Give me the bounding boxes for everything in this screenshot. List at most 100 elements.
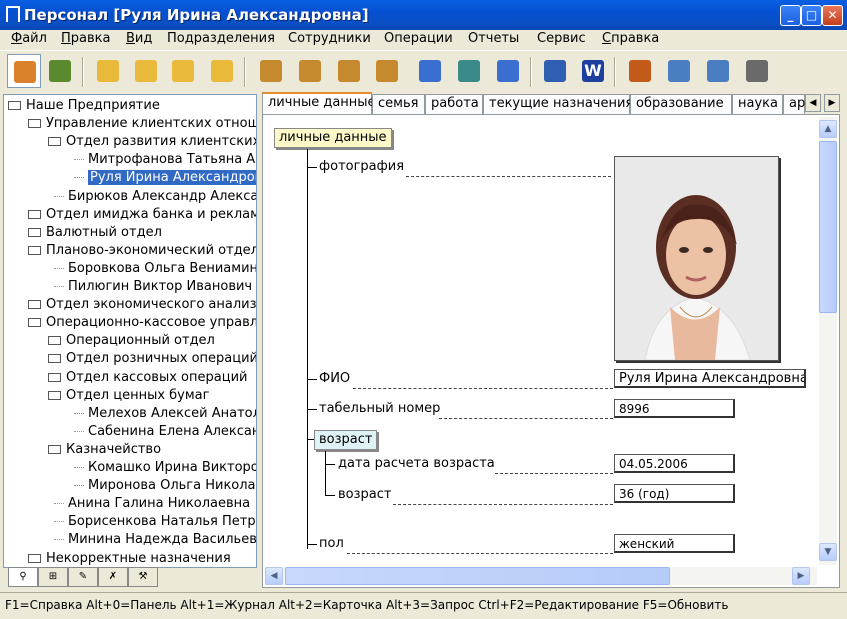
scroll-up-button[interactable]: ▲ [819, 120, 837, 138]
tree-node-folder[interactable]: Управление клиентских отноше [28, 115, 256, 132]
tree-tab-dismissed[interactable]: ✗ [98, 567, 128, 587]
tab-4[interactable]: текущие назначения [483, 94, 633, 114]
menu-3[interactable]: Вид [126, 31, 152, 46]
tree-node-folder[interactable]: Отдел развития клиентских [48, 133, 256, 150]
home-button[interactable] [7, 54, 41, 88]
tree-node-label: Отдел розничных операций [66, 351, 257, 367]
user-delete-button[interactable] [370, 54, 404, 88]
fio-field[interactable]: Руля Ирина Александровна [614, 369, 806, 388]
tree-tab-tools[interactable]: ⚒ [128, 567, 158, 587]
tree-line [74, 467, 84, 468]
menu-4[interactable]: Подразделения [167, 31, 275, 46]
user-card-button[interactable] [491, 54, 525, 88]
age-field[interactable]: 36 (год) [614, 484, 735, 503]
users-button[interactable] [43, 54, 77, 88]
tab-scroll-right[interactable]: ▶ [824, 94, 840, 112]
scroll-down-button[interactable]: ▼ [819, 543, 837, 561]
user-move-button[interactable] [293, 54, 327, 88]
tree-node-employee[interactable]: Бирюков Александр Алексан [54, 188, 256, 205]
age-calc-date-field[interactable]: 04.05.2006 [614, 454, 735, 473]
menu-9[interactable]: Справка [602, 31, 659, 46]
connector [307, 544, 317, 545]
folder-add-button[interactable] [91, 54, 125, 88]
tab-5[interactable]: образование [630, 94, 732, 114]
tree-node-folder[interactable]: Операционно-кассовое управл [28, 314, 256, 331]
folder-delete-button[interactable] [166, 54, 200, 88]
title-bar[interactable]: Персонал [Руля Ирина Александровна] _ □ … [0, 0, 847, 30]
user-transfer-icon [458, 60, 480, 82]
calendar-button[interactable] [701, 54, 735, 88]
tree-node-folder[interactable]: Отдел кассовых операций [48, 369, 247, 386]
tree-node-employee[interactable]: Пилюгин Виктор Иванович [54, 278, 252, 295]
close-button[interactable]: ✕ [822, 5, 843, 26]
tree-node-label: Казначейство [66, 441, 162, 457]
folder-back-button[interactable] [129, 54, 163, 88]
tree-node-employee[interactable]: Сабенина Елена Алексан [74, 423, 256, 440]
tree-tab-edit[interactable]: ✎ [68, 567, 98, 587]
tree-node-employee[interactable]: Боровкова Ольга Вениамин [54, 260, 256, 277]
folder-edit-button[interactable] [205, 54, 239, 88]
user-add-icon [260, 60, 282, 82]
tree-tab-structure[interactable]: ⊞ [38, 567, 68, 587]
toolbar-separator [82, 57, 84, 87]
minimize-button[interactable]: _ [780, 5, 801, 26]
home-icon [14, 61, 36, 83]
user-transfer-button[interactable] [452, 54, 486, 88]
tab-3[interactable]: работа [425, 94, 483, 114]
employee-photo[interactable] [614, 156, 779, 361]
tree-node-folder[interactable]: Валютный отдел [28, 224, 162, 241]
tab-scroll-left[interactable]: ◀ [805, 94, 821, 112]
menu-5[interactable]: Сотрудники [288, 31, 371, 46]
tree-node-folder[interactable]: Планово-экономический отдел [28, 242, 256, 259]
tab-2[interactable]: семья [372, 94, 425, 114]
toolbar: W [0, 50, 847, 93]
tree-node-employee[interactable]: Минина Надежда Васильевн [54, 531, 256, 548]
personnel-number-field[interactable]: 8996 [614, 399, 735, 418]
user-calendar-button[interactable] [413, 54, 447, 88]
user-add-button[interactable] [254, 54, 288, 88]
tree-node-folder[interactable]: Казначейство [48, 441, 161, 458]
tree-node-employee[interactable]: Комашко Ирина Викторов [74, 459, 256, 476]
tree-node-folder[interactable]: Отдел экономического анализ [28, 296, 256, 313]
menu-2[interactable]: Правка [61, 31, 110, 46]
card-tabs: личные данные семья работа текущие назначен… [262, 92, 847, 115]
tree-node-employee[interactable]: Руля Ирина Александров [74, 169, 256, 186]
scroll-right-button[interactable]: ▶ [792, 567, 810, 585]
tab-1[interactable]: личные данные [262, 92, 376, 115]
word-icon: W [582, 60, 604, 82]
sex-field[interactable]: женский [614, 534, 735, 553]
menu-7[interactable]: Отчеты [468, 31, 519, 46]
id-card-button[interactable] [538, 54, 572, 88]
tree-node-employee[interactable]: Анина Галина Николаевна [54, 495, 250, 512]
tree-line [54, 267, 64, 269]
tree-node-employee[interactable]: Митрофанова Татьяна А. [74, 151, 256, 168]
tree-node-employee[interactable]: Миронова Ольга Николае [74, 477, 256, 494]
scroll-left-button[interactable]: ◀ [265, 567, 283, 585]
horizontal-scrollbar[interactable]: ◀ ▶ [265, 567, 817, 585]
tree-node-folder[interactable]: Операционный отдел [48, 332, 215, 349]
tab-6[interactable]: наука [732, 94, 783, 114]
org-tree[interactable]: Наше Предприятие Управление клиентских от… [3, 94, 257, 568]
calculator-button[interactable] [740, 54, 774, 88]
tree-node-folder[interactable]: Некорректные назначения [28, 550, 231, 567]
org-chart-button[interactable] [623, 54, 657, 88]
tree-node-folder[interactable]: Наше Предприятие [8, 97, 160, 114]
form-button[interactable] [662, 54, 696, 88]
tree-node-folder[interactable]: Отдел имиджа банка и рекламы [28, 206, 256, 223]
tree-node-employee[interactable]: Мелехов Алексей Анатол [74, 405, 256, 422]
tab-7[interactable]: ар [783, 94, 805, 114]
vertical-scrollbar[interactable]: ▲ ▼ [819, 117, 837, 565]
vertical-scroll-thumb[interactable] [819, 141, 837, 313]
tree-tab-people[interactable]: ⚲ [8, 567, 38, 587]
maximize-button[interactable]: □ [801, 5, 822, 26]
horizontal-scroll-thumb[interactable] [285, 567, 670, 585]
user-coins-button[interactable] [332, 54, 366, 88]
folder-icon [28, 119, 41, 129]
tree-node-folder[interactable]: Отдел ценных бумаг [48, 387, 209, 404]
menu-8[interactable]: Сервис [537, 31, 586, 46]
word-button[interactable]: W [576, 54, 610, 88]
menu-1[interactable]: Файл [11, 31, 47, 46]
menu-6[interactable]: Операции [384, 31, 453, 46]
tree-node-employee[interactable]: Борисенкова Наталья Петро [54, 513, 256, 530]
tree-node-folder[interactable]: Отдел розничных операций [48, 350, 257, 367]
